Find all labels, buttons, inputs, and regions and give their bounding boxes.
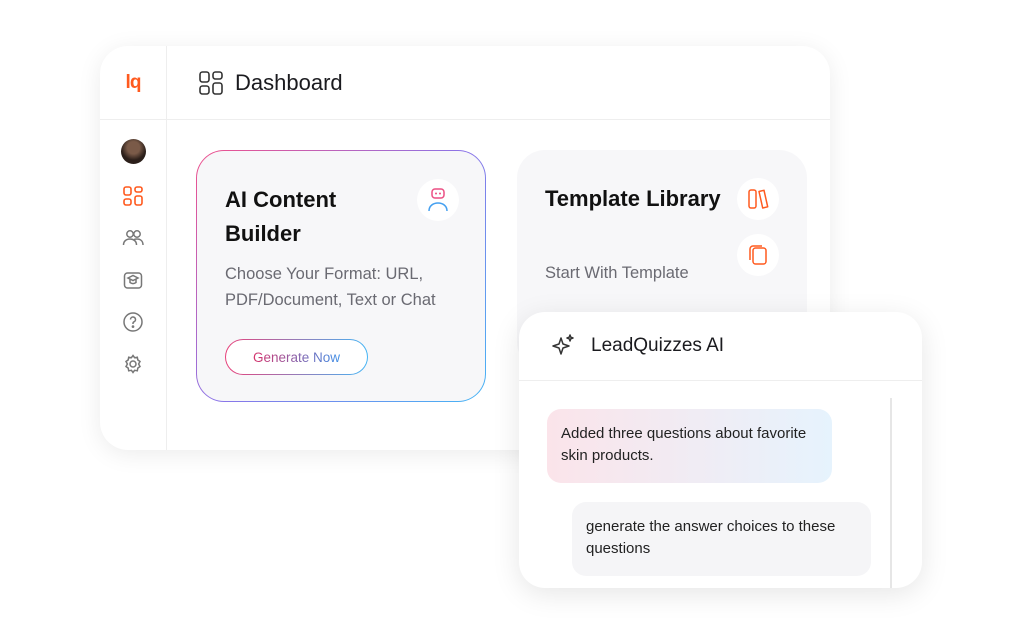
brand-logo[interactable]: lq [126,72,142,94]
card-description: Choose Your Format: URL, PDF/Document, T… [225,265,436,309]
sparkle-icon [552,334,574,355]
ai-content-builder-card[interactable]: AI Content Builder Choose Your Format: U… [196,150,486,402]
user-message: generate the answer choices to these que… [572,502,871,576]
avatar[interactable] [121,139,146,164]
chat-scrollbar[interactable] [890,398,892,588]
dashboard-grid-icon [199,70,223,95]
chat-header: LeadQuizzes AI [519,312,922,381]
books-icon [737,178,779,220]
card-title: Template Library [545,186,721,211]
chat-title: LeadQuizzes AI [591,335,725,356]
users-icon[interactable] [121,226,145,250]
dashboard-grid-icon[interactable] [121,184,145,208]
sidebar: lq [100,46,167,450]
card-description: Start With Template [545,264,689,282]
settings-gear-icon[interactable] [121,352,145,376]
logo-area: lq [100,46,166,120]
generate-now-label: Generate Now [252,349,341,365]
page-title: Dashboard [235,69,343,95]
robot-icon [417,179,459,221]
help-icon[interactable] [121,310,145,334]
graduation-cap-icon[interactable] [121,268,145,292]
ai-chat-panel: LeadQuizzes AI Added three questions abo… [519,312,922,588]
card-title: AI Content Builder [225,187,337,246]
page-header: Dashboard [167,46,830,120]
generate-now-button[interactable]: Generate Now [225,339,368,375]
ai-message: Added three questions about favorite ski… [547,409,832,483]
